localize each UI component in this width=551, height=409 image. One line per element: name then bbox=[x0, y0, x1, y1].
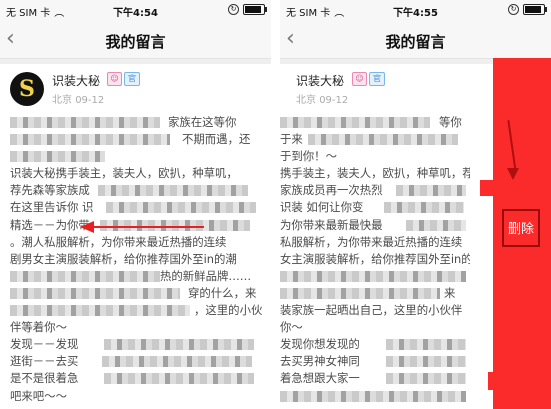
body-line: 装家族一起晒出自己，这里的小伙伴 bbox=[280, 303, 463, 318]
body-line: 女主演服装解析，给你推荐国外至in的潮 bbox=[280, 251, 470, 266]
location-label: 北京 bbox=[296, 95, 316, 106]
body-line: 在这里告诉你 识 bbox=[10, 199, 268, 216]
body-line: 你～ bbox=[280, 320, 303, 335]
nav-bar: ‹ 我的留言 bbox=[0, 22, 271, 59]
body-line: 发现－－发现 bbox=[10, 336, 268, 353]
body-line: 于来 bbox=[280, 131, 470, 148]
rotation-lock-icon: ↻ bbox=[508, 4, 519, 15]
body-line: 剧男女主演服装解析，给你推荐国外至in的潮 bbox=[10, 251, 237, 266]
rotation-lock-icon: ↻ bbox=[228, 4, 239, 15]
message-card[interactable]: S 识装大秘 ☺ 官 北京 09-12 家族在这等你 不期而遇，还 识装大秘携手… bbox=[0, 64, 271, 409]
body-line: 伴等着你～ bbox=[10, 320, 67, 335]
date-label: 09-12 bbox=[75, 95, 105, 106]
body-line: 来 bbox=[280, 285, 470, 302]
date-label: 09-12 bbox=[319, 95, 349, 106]
message-body: 等你 于来 于到你！～ 携手装主，装夫人，欧扒，种草叽，荐 家族成员再一次热烈 … bbox=[280, 114, 470, 405]
swipe-left-arrow bbox=[92, 226, 204, 228]
username[interactable]: 识装大秘 bbox=[296, 72, 344, 89]
body-line: 着急想跟大家一 bbox=[280, 370, 470, 387]
body-line: 携手装主，装夫人，欧扒，种草叽，荐 bbox=[280, 166, 470, 181]
avatar[interactable]: S bbox=[10, 72, 44, 106]
body-line bbox=[280, 388, 470, 405]
body-line: 私服解析，为你带来最近热播的连续 bbox=[280, 234, 463, 249]
page-title: 我的留言 bbox=[105, 33, 166, 51]
username[interactable]: 识装大秘 bbox=[52, 72, 100, 89]
message-body: 家族在这等你 不期而遇，还 识装大秘携手装主，装夫人，欧扒，种草叽， 荐先森等家… bbox=[10, 114, 268, 405]
delete-button[interactable]: 删除 bbox=[504, 218, 538, 237]
body-line: 家族在这等你 bbox=[10, 114, 268, 131]
body-line: 识装大秘携手装主，装夫人，欧扒，种草叽， bbox=[10, 166, 238, 181]
body-line bbox=[10, 148, 268, 165]
official-badge-icon: 官 bbox=[124, 72, 140, 86]
annotation-arrow-head-icon bbox=[507, 168, 519, 180]
body-line: 荐先森等家族成 bbox=[10, 182, 268, 199]
nav-bar: ‹ 我的留言 bbox=[280, 22, 551, 59]
swipe-left-arrow-head-icon bbox=[80, 221, 94, 233]
battery-icon bbox=[243, 4, 267, 15]
body-line: 识装 如何让你变 bbox=[280, 199, 470, 216]
body-line: 去买男神女神同 bbox=[280, 353, 470, 370]
member-badge-icon: ☺ bbox=[107, 72, 122, 86]
status-bar: 无 SIM 卡 ︵ 下午4:55 ↻ bbox=[280, 0, 551, 22]
body-line: 逛街－－去买 bbox=[10, 353, 268, 370]
body-line: 于到你！～ bbox=[280, 149, 337, 164]
body-line: 热的新鲜品牌…… bbox=[10, 268, 268, 285]
page-title: 我的留言 bbox=[385, 33, 446, 51]
location-label: 北京 bbox=[52, 95, 72, 106]
status-bar: 无 SIM 卡 ︵ 下午4:54 ↻ bbox=[0, 0, 271, 22]
body-line: 为你带来最新最快最 bbox=[280, 217, 470, 234]
battery-icon bbox=[523, 4, 547, 15]
body-line: 家族成员再一次热烈 bbox=[280, 182, 470, 199]
screen-before-swipe: 无 SIM 卡 ︵ 下午4:54 ↻ ‹ 我的留言 S 识装大秘 ☺ 官 北京 … bbox=[0, 0, 271, 409]
body-line: 等你 bbox=[280, 114, 470, 131]
body-line: 。潮人私服解析，为你带来最近热播的连续 bbox=[10, 234, 227, 249]
body-line: 吧来吧～～ bbox=[10, 388, 67, 403]
official-badge-icon: 官 bbox=[369, 72, 385, 86]
screen-after-swipe: 无 SIM 卡 ︵ 下午4:55 ↻ ‹ 我的留言 识装大秘 ☺ 官 北京 09… bbox=[280, 0, 551, 409]
member-badge-icon: ☺ bbox=[352, 72, 367, 86]
body-line: 是不是很着急 bbox=[10, 370, 268, 387]
body-line: 不期而遇，还 bbox=[10, 131, 268, 148]
body-line: 发现你想发现的 bbox=[280, 336, 470, 353]
body-line: ，这里的小伙 bbox=[10, 302, 268, 319]
body-line: 穿的什么，来 bbox=[10, 285, 268, 302]
body-line bbox=[280, 268, 470, 285]
